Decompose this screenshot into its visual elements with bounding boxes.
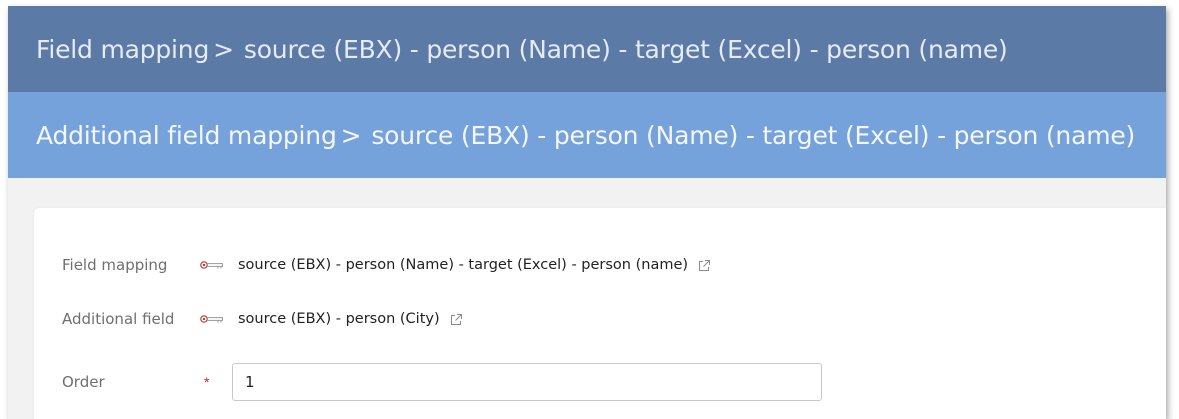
page-title: Field mapping > source (EBX) - person (Nam… <box>36 35 1008 64</box>
field-mapping-link[interactable]: source (EBX) - person (Name) - target (E… <box>238 257 688 273</box>
sub-breadcrumb-value: source (EBX) - person (Name) - target (E… <box>371 120 1136 150</box>
sub-breadcrumb-label[interactable]: Additional field mapping <box>36 121 337 150</box>
order-label: Order <box>62 373 105 391</box>
order-input-value: 1 <box>245 373 255 391</box>
breadcrumb-label[interactable]: Field mapping <box>36 35 209 64</box>
field-mapping-header: Field mapping > source (EBX) - person (Nam… <box>8 6 1166 92</box>
order-row: Order * 1 <box>62 363 822 401</box>
form-window: Field mapping > source (EBX) - person (Nam… <box>8 6 1166 419</box>
breadcrumb-separator: > <box>213 34 234 64</box>
key-icon <box>200 311 232 327</box>
external-link-icon[interactable] <box>450 313 463 326</box>
required-marker: * <box>204 374 210 390</box>
additional-field-row: Additional field source (EBX) - person (… <box>62 310 463 328</box>
breadcrumb-value: source (EBX) - person (Name) - target (E… <box>243 34 1008 64</box>
record-form: Field mapping source (EBX) - person (Nam… <box>34 208 1166 419</box>
field-mapping-label: Field mapping <box>62 256 168 274</box>
external-link-icon[interactable] <box>698 259 711 272</box>
additional-field-mapping-header: Additional field mapping > source (EBX) - … <box>8 92 1166 178</box>
additional-field-label: Additional field <box>62 310 175 328</box>
field-mapping-row: Field mapping source (EBX) - person (Nam… <box>62 256 711 274</box>
key-icon <box>200 257 232 273</box>
additional-field-link[interactable]: source (EBX) - person (City) <box>238 311 440 327</box>
section-title: Additional field mapping > source (EBX) - … <box>36 121 1135 150</box>
order-input[interactable]: 1 <box>232 363 822 401</box>
sub-breadcrumb-separator: > <box>340 120 362 150</box>
